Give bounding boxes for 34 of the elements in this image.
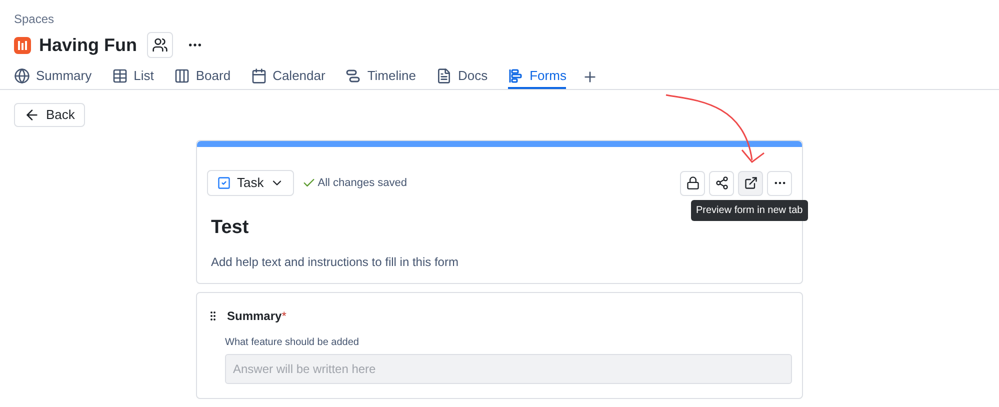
form-icon [508,68,524,84]
tab[interactable]: Forms [508,64,566,89]
back-button[interactable]: Back [14,103,85,127]
table-icon [112,68,128,84]
share-icon [714,176,728,190]
tab[interactable]: Docs [436,64,488,89]
checkbox-icon [217,176,231,190]
question-help: What feature should be added [225,336,360,350]
globe-icon [14,68,30,84]
space-logo-icon [14,36,31,54]
tab[interactable]: Board [174,64,231,89]
timeline-icon [345,68,362,84]
lock-button[interactable] [680,170,705,196]
lock-icon [686,176,700,190]
space-title: Having Fun [39,34,137,57]
people-button[interactable] [147,32,173,58]
people-icon [152,37,168,53]
save-status: All changes saved [318,176,408,191]
tooltip: Preview form in new tab [691,200,808,220]
breadcrumb[interactable]: Spaces [14,11,985,27]
columns-icon [174,68,190,84]
tab[interactable]: Calendar [250,64,326,89]
form-description[interactable]: Add help text and instructions to fill in this form [211,253,788,271]
tab[interactable]: List [112,64,154,89]
share-button[interactable] [709,170,734,196]
tab[interactable]: Summary [14,64,92,89]
document-icon [436,68,452,84]
issue-type-select[interactable]: Task [207,170,294,196]
required-mark: * [282,308,286,325]
open-in-new-tab-button[interactable] [738,170,763,196]
external-link-icon [744,176,758,190]
tab[interactable]: Timeline [345,64,416,89]
calendar-icon [250,68,267,84]
question-label: Summary [227,308,282,325]
